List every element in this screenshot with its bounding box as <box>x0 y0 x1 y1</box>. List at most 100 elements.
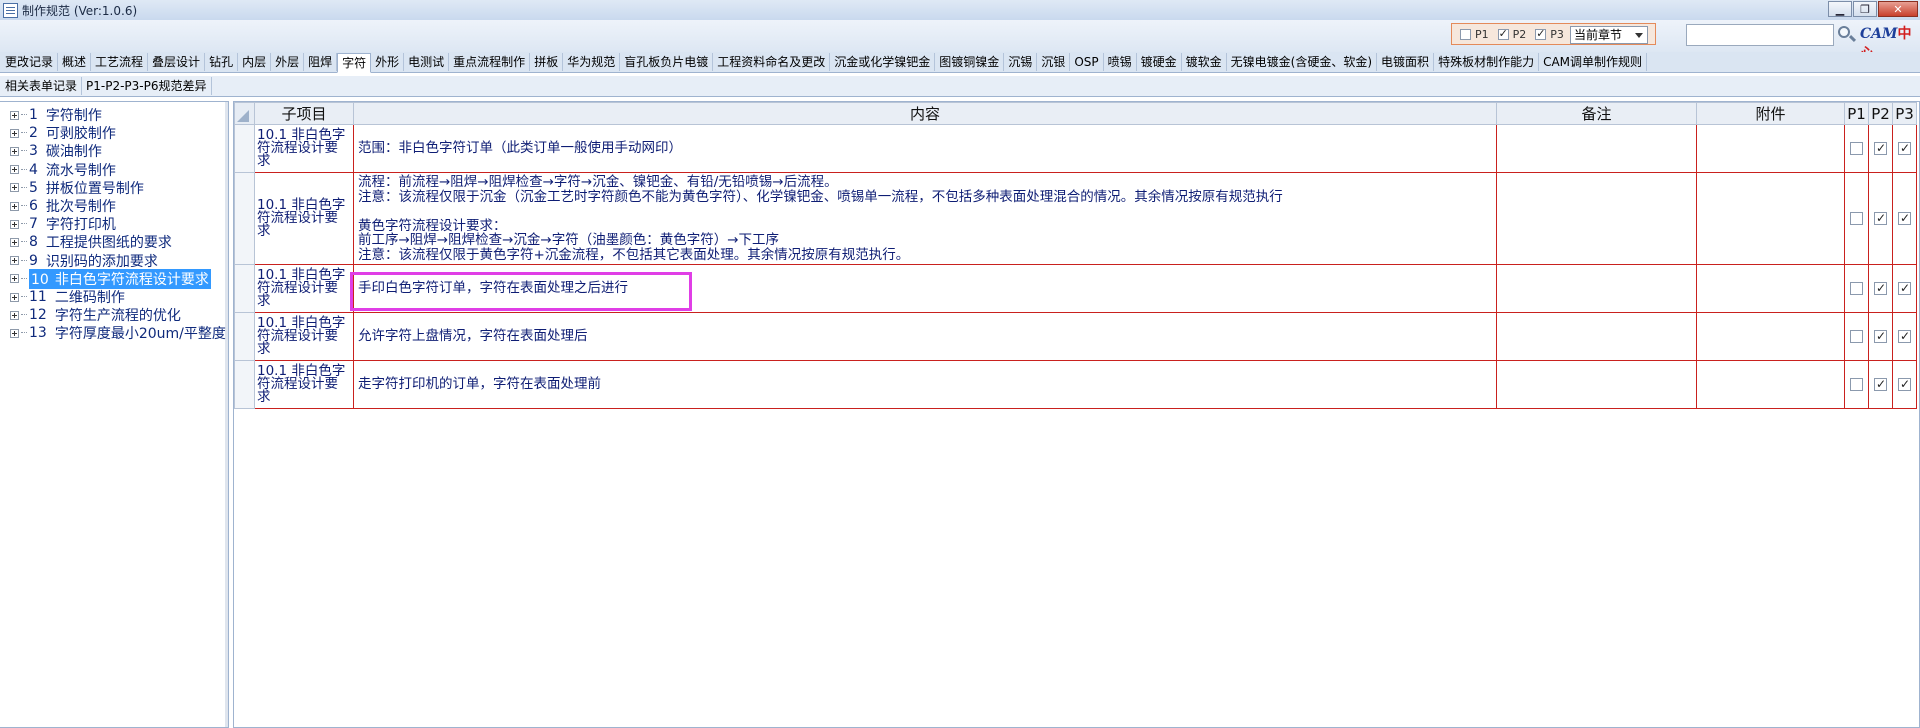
p1-checkbox[interactable] <box>1850 329 1863 343</box>
cell-sub-item[interactable]: 10.1 非白色字符流程设计要求 <box>254 264 354 313</box>
tab-6[interactable]: 外层 <box>271 53 305 71</box>
p3-checkbox[interactable] <box>1898 211 1911 225</box>
p2-checkbox[interactable] <box>1874 377 1887 391</box>
cell-attachment[interactable] <box>1696 264 1845 313</box>
cell-sub-item[interactable]: 10.1 非白色字符流程设计要求 <box>254 360 354 409</box>
minimize-button[interactable]: ▁ <box>1828 1 1852 17</box>
tree-item-11[interactable]: 11 二维码制作 <box>10 288 127 306</box>
column-header-p1[interactable]: P1 <box>1844 102 1869 125</box>
search-input[interactable] <box>1686 24 1834 46</box>
cell-content[interactable]: 手印白色字符订单，字符在表面处理之后进行 <box>353 264 1497 313</box>
tab-27[interactable]: CAM调单制作规则 <box>1539 53 1648 71</box>
tree-item-4[interactable]: 4 流水号制作 <box>10 161 118 179</box>
cell-note[interactable] <box>1496 360 1697 409</box>
tree-item-9[interactable]: 9 识别码的添加要求 <box>10 252 160 270</box>
cell-sub-item[interactable]: 10.1 非白色字符流程设计要求 <box>254 124 354 173</box>
row-header[interactable] <box>234 124 255 173</box>
tab-13[interactable]: 华为规范 <box>563 53 621 71</box>
cell-note[interactable] <box>1496 124 1697 173</box>
tree-item-1[interactable]: 1 字符制作 <box>10 106 104 124</box>
tab-secondary-1[interactable]: P1-P2-P3-P6规范差异 <box>82 77 212 95</box>
p3-checkbox[interactable] <box>1898 377 1911 391</box>
column-header-attachment[interactable]: 附件 <box>1696 102 1845 125</box>
p2-checkbox[interactable] <box>1874 211 1887 225</box>
table-row[interactable]: 10.1 非白色字符流程设计要求 允许字符上盘情况，字符在表面处理后 <box>234 312 1917 361</box>
tree-item-12[interactable]: 12 字符生产流程的优化 <box>10 306 183 324</box>
expand-icon[interactable] <box>10 274 19 284</box>
p2-checkbox[interactable] <box>1874 281 1887 295</box>
expand-icon[interactable] <box>10 183 19 193</box>
cell-sub-item[interactable]: 10.1 非白色字符流程设计要求 <box>254 172 354 265</box>
close-button[interactable]: ✕ <box>1878 1 1918 17</box>
tab-11[interactable]: 重点流程制作 <box>449 53 531 71</box>
tree-item-10[interactable]: 10 非白色字符流程设计要求 <box>10 268 211 289</box>
expand-icon[interactable] <box>10 256 19 266</box>
cell-note[interactable] <box>1496 264 1697 313</box>
tree-item-8[interactable]: 8 工程提供图纸的要求 <box>10 233 174 251</box>
row-header[interactable] <box>234 172 255 265</box>
tab-9[interactable]: 外形 <box>371 53 405 71</box>
maximize-button[interactable]: ❐ <box>1853 1 1877 17</box>
tab-12[interactable]: 拼板 <box>530 53 564 71</box>
tab-1[interactable]: 概述 <box>58 53 92 71</box>
tab-0[interactable]: 更改记录 <box>1 53 59 71</box>
tab-14[interactable]: 盲孔板负片电镀 <box>620 53 714 71</box>
cell-content[interactable]: 走字符打印机的订单，字符在表面处理前 <box>353 360 1497 409</box>
cell-content[interactable]: 范围：非白色字符订单（此类订单一般使用手动网印） <box>353 124 1497 173</box>
tree-item-13[interactable]: 13 字符厚度最小20um/平整度 <box>10 324 228 342</box>
tab-15[interactable]: 工程资料命名及更改 <box>713 53 831 71</box>
p3-checkbox[interactable] <box>1898 281 1911 295</box>
tab-25[interactable]: 电镀面积 <box>1377 53 1435 71</box>
scope-select[interactable]: 当前章节 <box>1570 26 1648 44</box>
cell-attachment[interactable] <box>1696 172 1845 265</box>
row-header[interactable] <box>234 360 255 409</box>
row-header[interactable] <box>234 264 255 313</box>
expand-icon[interactable] <box>10 292 19 302</box>
p3-checkbox[interactable] <box>1898 329 1911 343</box>
column-header-note[interactable]: 备注 <box>1496 102 1697 125</box>
table-row[interactable]: 10.1 非白色字符流程设计要求 范围：非白色字符订单（此类订单一般使用手动网印） <box>234 124 1917 173</box>
p3-checkbox[interactable] <box>1898 141 1911 155</box>
cell-sub-item[interactable]: 10.1 非白色字符流程设计要求 <box>254 312 354 361</box>
table-row[interactable]: 10.1 非白色字符流程设计要求 手印白色字符订单，字符在表面处理之后进行 <box>234 264 1917 313</box>
tab-17[interactable]: 图镀铜镍金 <box>935 53 1005 71</box>
row-header[interactable] <box>234 312 255 361</box>
cell-attachment[interactable] <box>1696 360 1845 409</box>
tree-item-5[interactable]: 5 拼板位置号制作 <box>10 179 146 197</box>
p2-checkbox[interactable] <box>1874 329 1887 343</box>
p1-checkbox[interactable] <box>1850 211 1863 225</box>
tab-secondary-0[interactable]: 相关表单记录 <box>1 77 83 95</box>
p2-checkbox[interactable] <box>1874 141 1887 155</box>
expand-icon[interactable] <box>10 165 19 175</box>
tree-scrollbar[interactable] <box>225 102 228 727</box>
tab-10[interactable]: 电测试 <box>404 53 450 71</box>
column-header-content[interactable]: 内容 <box>353 102 1497 125</box>
tab-7[interactable]: 阻焊 <box>304 53 338 71</box>
expand-icon[interactable] <box>10 237 19 247</box>
tab-23[interactable]: 镀软金 <box>1182 53 1227 71</box>
expand-icon[interactable] <box>10 146 19 156</box>
filter-p2-checkbox[interactable] <box>1497 27 1509 40</box>
table-row[interactable]: 10.1 非白色字符流程设计要求 流程：前流程→阻焊→阻焊检查→字符→沉金、镍钯金… <box>234 172 1917 265</box>
p1-checkbox[interactable] <box>1850 281 1863 295</box>
grid-corner[interactable] <box>234 102 255 125</box>
filter-p1-checkbox[interactable] <box>1460 28 1471 40</box>
cell-note[interactable] <box>1496 312 1697 361</box>
tab-20[interactable]: OSP <box>1070 53 1104 71</box>
filter-p3-checkbox[interactable] <box>1535 27 1547 40</box>
expand-icon[interactable] <box>10 128 19 138</box>
expand-icon[interactable] <box>10 310 19 320</box>
cell-content[interactable]: 允许字符上盘情况，字符在表面处理后 <box>353 312 1497 361</box>
tab-19[interactable]: 沉银 <box>1037 53 1071 71</box>
expand-icon[interactable] <box>10 328 19 338</box>
tree-item-6[interactable]: 6 批次号制作 <box>10 197 118 215</box>
cell-content[interactable]: 流程：前流程→阻焊→阻焊检查→字符→沉金、镍钯金、有铅/无铅喷锡→后流程。 注意… <box>353 172 1497 265</box>
cell-attachment[interactable] <box>1696 312 1845 361</box>
tree-item-3[interactable]: 3 碳油制作 <box>10 142 104 160</box>
expand-icon[interactable] <box>10 201 19 211</box>
table-row[interactable]: 10.1 非白色字符流程设计要求 走字符打印机的订单，字符在表面处理前 <box>234 360 1917 409</box>
tab-3[interactable]: 叠层设计 <box>148 53 206 71</box>
tab-26[interactable]: 特殊板材制作能力 <box>1434 53 1540 71</box>
cell-note[interactable] <box>1496 172 1697 265</box>
tab-4[interactable]: 钻孔 <box>205 53 239 71</box>
